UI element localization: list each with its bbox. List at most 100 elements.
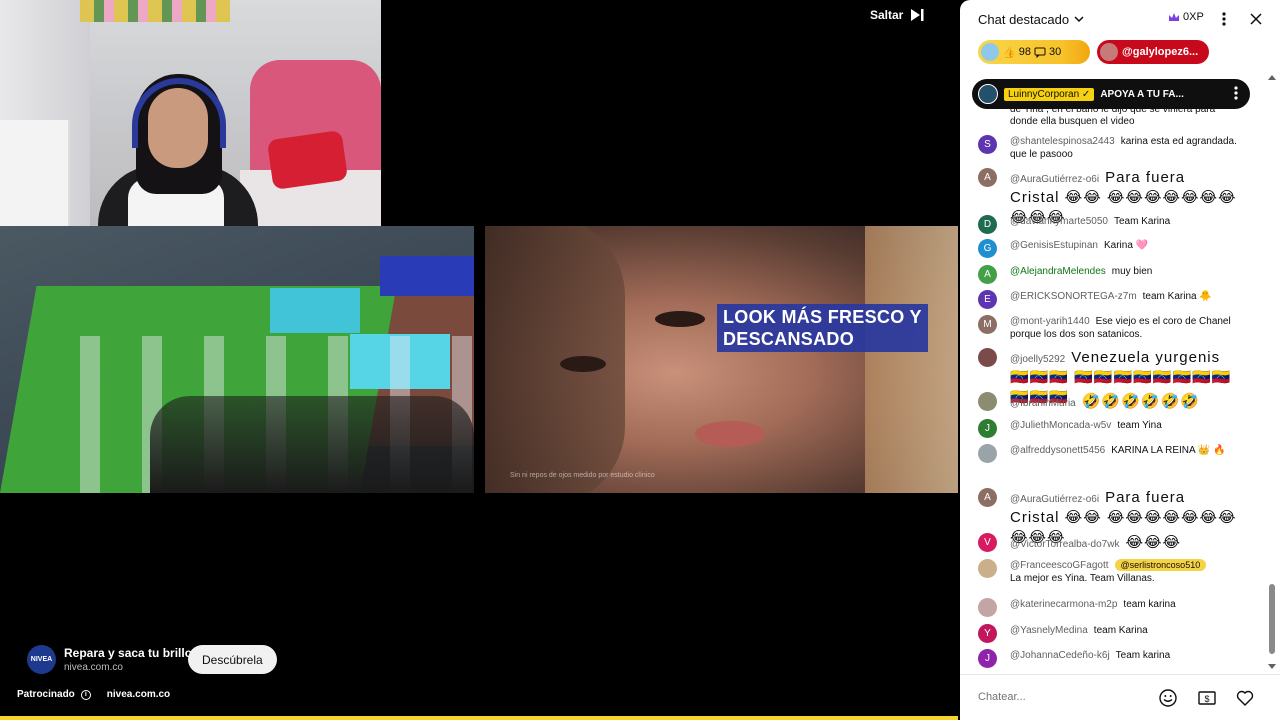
message-body: @mont-yarih1440 Ese viejo es el coro de C… <box>1010 315 1238 341</box>
chat-message[interactable]: A @AlejandraMelendes muy bien <box>978 265 1268 284</box>
ad-cta-button[interactable]: Descúbrela <box>188 645 277 674</box>
avatar[interactable]: M <box>978 315 997 334</box>
ad-video-frame: LOOK MÁS FRESCO Y DESCANSADO Sin ni repo… <box>485 226 958 493</box>
scrollbar-thumb[interactable] <box>1269 584 1275 654</box>
message-author[interactable]: @daviannymarte5050 <box>1010 216 1108 227</box>
mention-chip[interactable]: @serlistroncoso510 <box>1114 559 1207 571</box>
chat-message[interactable]: @IbrahinMuria 🤣🤣🤣🤣🤣🤣 <box>978 392 1268 412</box>
chat-message[interactable]: @alfreddysonett5456 KARINA LA REINA 👑 🔥 <box>978 444 1268 463</box>
xp-badge[interactable]: 0XP <box>1168 11 1204 23</box>
chat-message[interactable]: S @shantelespinosa2443 karina esta ed agra… <box>978 135 1268 161</box>
message-author[interactable]: @IbrahinMuria <box>1010 398 1076 409</box>
ad-progress-fill <box>0 716 958 720</box>
message-author[interactable]: @VictorTorrealba-do7wk <box>1010 539 1119 550</box>
ticker-name: @galylopez6... <box>1122 46 1199 58</box>
message-body: @AlejandraMelendes muy bien <box>1010 265 1238 284</box>
message-author[interactable]: @shantelespinosa2443 <box>1010 136 1115 147</box>
message-text: 😂😂😂 <box>1125 534 1182 551</box>
chat-message[interactable]: Y @YasnelyMedina team Karina <box>978 624 1268 643</box>
ad-brand-info[interactable]: NIVEA Repara y saca tu brillo nivea.com.… <box>27 645 192 674</box>
chat-message[interactable]: @FranceescoGFagott @serlistroncoso510 La m… <box>978 559 1268 585</box>
avatar[interactable]: E <box>978 290 997 309</box>
ad-caption: LOOK MÁS FRESCO Y DESCANSADO <box>717 304 928 352</box>
ad-title: Repara y saca tu brillo <box>64 646 193 660</box>
sponsored-domain[interactable]: nivea.com.co <box>107 689 170 700</box>
chat-message[interactable]: D @daviannymarte5050 Team Karina <box>978 215 1268 234</box>
message-text: 🤣🤣🤣🤣🤣🤣 <box>1081 393 1200 410</box>
chat-message[interactable]: V @VictorTorrealba-do7wk 😂😂😂 <box>978 533 1268 553</box>
message-body: @IbrahinMuria 🤣🤣🤣🤣🤣🤣 <box>1010 392 1238 412</box>
skip-ad-button[interactable]: Saltar <box>870 4 925 26</box>
ad-progress-bar <box>0 716 958 720</box>
scroll-down-icon[interactable] <box>1268 664 1276 670</box>
avatar[interactable] <box>978 348 997 367</box>
avatar[interactable] <box>978 392 997 411</box>
message-author[interactable]: @AlejandraMelendes <box>1010 266 1106 277</box>
chat-input-row: $ <box>960 674 1280 720</box>
info-icon[interactable]: i <box>80 689 91 700</box>
ad-disclaimer: Sin ni repos de ojos medido por estudio … <box>510 472 655 479</box>
message-author[interactable]: @YasnelyMedina <box>1010 625 1088 636</box>
chat-message[interactable]: G @GenisisEstupinan Karina 🩷 <box>978 239 1268 258</box>
live-chat-panel: Chat destacado 0XP 👍 98 30 @galylopez6..… <box>960 0 1280 720</box>
chat-message[interactable]: E @ERICKSONORTEGA-z7m team Karina 🐥 <box>978 290 1268 309</box>
message-author[interactable]: @AuraGutiérrez-o6i <box>1010 174 1099 185</box>
chat-message-list[interactable]: S @shantelespinosa2443 karina esta ed agra… <box>960 68 1268 672</box>
chat-mode-title[interactable]: Chat destacado <box>978 12 1069 27</box>
emoji-icon[interactable] <box>1157 687 1179 709</box>
avatar[interactable]: S <box>978 135 997 154</box>
avatar[interactable]: A <box>978 168 997 187</box>
message-text: Team karina <box>1115 650 1171 661</box>
avatar[interactable] <box>978 598 997 617</box>
message-body: @GenisisEstupinan Karina 🩷 <box>1010 239 1238 258</box>
sponsored-label: Patrocinado <box>17 689 75 700</box>
more-options-icon[interactable] <box>1214 9 1234 29</box>
message-body: @FranceescoGFagott @serlistroncoso510 La m… <box>1010 559 1238 585</box>
message-author[interactable]: @FranceescoGFagott <box>1010 560 1109 571</box>
message-text: Karina 🩷 <box>1103 240 1149 251</box>
scroll-up-icon[interactable] <box>1268 74 1276 80</box>
chat-input[interactable] <box>978 685 1158 709</box>
pinned-message[interactable]: LuinnyCorporan ✓ APOYA A TU FA... <box>972 79 1250 109</box>
ticker-superchat[interactable]: @galylopez6... <box>1097 40 1209 64</box>
avatar[interactable]: G <box>978 239 997 258</box>
message-author[interactable]: @alfreddysonett5456 <box>1010 445 1105 456</box>
more-options-icon[interactable] <box>1234 86 1238 100</box>
chat-message[interactable]: @katerinecarmona-m2p team karina <box>978 598 1268 617</box>
heart-icon[interactable] <box>1234 687 1256 709</box>
message-author[interactable]: @JohannaCedeño-k6j <box>1010 650 1110 661</box>
message-author[interactable]: @joelly5292 <box>1010 354 1065 365</box>
message-author[interactable]: @JuliethMoncada-w5v <box>1010 420 1111 431</box>
avatar[interactable]: V <box>978 533 997 552</box>
chat-message[interactable]: M @mont-yarih1440 Ese viejo es el coro de … <box>978 315 1268 341</box>
message-author[interactable]: @ERICKSONORTEGA-z7m <box>1010 291 1137 302</box>
crown-icon <box>1169 13 1179 21</box>
super-chat-icon[interactable]: $ <box>1196 687 1218 709</box>
avatar[interactable]: J <box>978 419 997 438</box>
xp-value: 0XP <box>1183 11 1204 23</box>
close-icon[interactable] <box>1246 9 1266 29</box>
nivea-logo: NIVEA <box>27 645 56 674</box>
video-player[interactable]: LOOK MÁS FRESCO Y DESCANSADO Sin ni repo… <box>0 0 958 720</box>
avatar[interactable]: J <box>978 649 997 668</box>
message-author[interactable]: @mont-yarih1440 <box>1010 316 1090 327</box>
avatar[interactable]: A <box>978 265 997 284</box>
avatar[interactable]: D <box>978 215 997 234</box>
ticker-avatar <box>1100 43 1118 61</box>
message-author[interactable]: @GenisisEstupinan <box>1010 240 1098 251</box>
avatar[interactable] <box>978 559 997 578</box>
thumb-up-icon: 👍 <box>1002 46 1016 59</box>
avatar[interactable] <box>978 444 997 463</box>
chat-message[interactable]: J @JuliethMoncada-w5v team Yina <box>978 419 1268 438</box>
ticker-poll[interactable]: 👍 98 30 <box>978 40 1090 64</box>
avatar[interactable]: Y <box>978 624 997 643</box>
chevron-down-icon[interactable] <box>1073 13 1085 25</box>
message-text: muy bien <box>1111 266 1153 277</box>
chat-message[interactable]: J @JohannaCedeño-k6j Team karina <box>978 649 1268 668</box>
chat-scrollbar[interactable] <box>1268 74 1276 670</box>
message-author[interactable]: @AuraGutiérrez-o6i <box>1010 494 1099 505</box>
message-text: team Yina <box>1117 420 1162 431</box>
ticker-likes: 98 <box>1018 46 1031 58</box>
message-author[interactable]: @katerinecarmona-m2p <box>1010 599 1117 610</box>
avatar[interactable]: A <box>978 488 997 507</box>
